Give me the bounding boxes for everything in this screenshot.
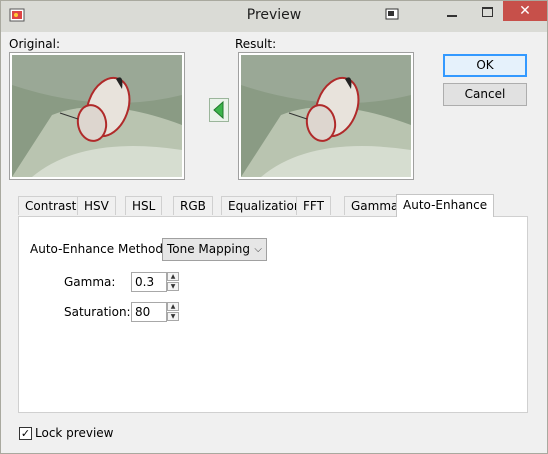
tab-hsv[interactable]: HSV [77, 196, 116, 215]
pin-icon[interactable] [385, 8, 399, 20]
gamma-stepper[interactable]: ▲ ▼ [167, 272, 181, 292]
gamma-down-icon[interactable]: ▼ [167, 282, 179, 291]
auto-enhance-method-value: Tone Mapping [167, 242, 250, 256]
lock-preview-label[interactable]: Lock preview [35, 426, 113, 440]
tab-contrast[interactable]: Contrast [18, 196, 84, 215]
preview-window: Preview ✕ Original: Result: OK Cancel Co… [0, 0, 548, 454]
maximize-icon [482, 7, 493, 17]
copy-to-original-button[interactable] [209, 98, 229, 122]
auto-enhance-method-label: Auto-Enhance Method: [30, 242, 168, 256]
close-button[interactable]: ✕ [503, 1, 547, 21]
result-label: Result: [235, 37, 277, 51]
saturation-input[interactable]: 80 [131, 302, 167, 322]
saturation-up-icon[interactable]: ▲ [167, 302, 179, 311]
tab-hsl[interactable]: HSL [125, 196, 163, 215]
result-butterfly-image [241, 55, 411, 177]
close-icon: ✕ [519, 3, 531, 19]
auto-enhance-method-select[interactable]: Tone Mapping ⌵ [162, 238, 267, 261]
title-bar[interactable]: Preview ✕ [1, 1, 547, 32]
maximize-button[interactable] [474, 2, 502, 22]
cancel-button[interactable]: Cancel [443, 83, 527, 106]
minimize-button[interactable] [438, 2, 466, 22]
minimize-icon [447, 15, 457, 17]
original-label: Original: [9, 37, 60, 51]
result-image [238, 52, 414, 180]
original-image [9, 52, 185, 180]
original-butterfly-image [12, 55, 182, 177]
checkmark-icon: ✓ [20, 427, 31, 440]
gamma-up-icon[interactable]: ▲ [167, 272, 179, 281]
tab-rgb[interactable]: RGB [173, 196, 213, 215]
dialog-client-area: Original: Result: OK Cancel Contrast HSV… [9, 32, 539, 447]
arrow-left-icon [213, 100, 224, 120]
gamma-input[interactable]: 0.3 [131, 272, 167, 292]
saturation-label: Saturation: [64, 305, 131, 319]
gamma-label: Gamma: [64, 275, 116, 289]
saturation-stepper[interactable]: ▲ ▼ [167, 302, 181, 322]
ok-button[interactable]: OK [443, 54, 527, 77]
tab-fft[interactable]: FFT [296, 196, 331, 215]
chevron-down-icon: ⌵ [254, 244, 262, 255]
lock-preview-checkbox[interactable]: ✓ [19, 427, 32, 440]
saturation-down-icon[interactable]: ▼ [167, 312, 179, 321]
tab-auto-enhance[interactable]: Auto-Enhance [396, 194, 495, 217]
